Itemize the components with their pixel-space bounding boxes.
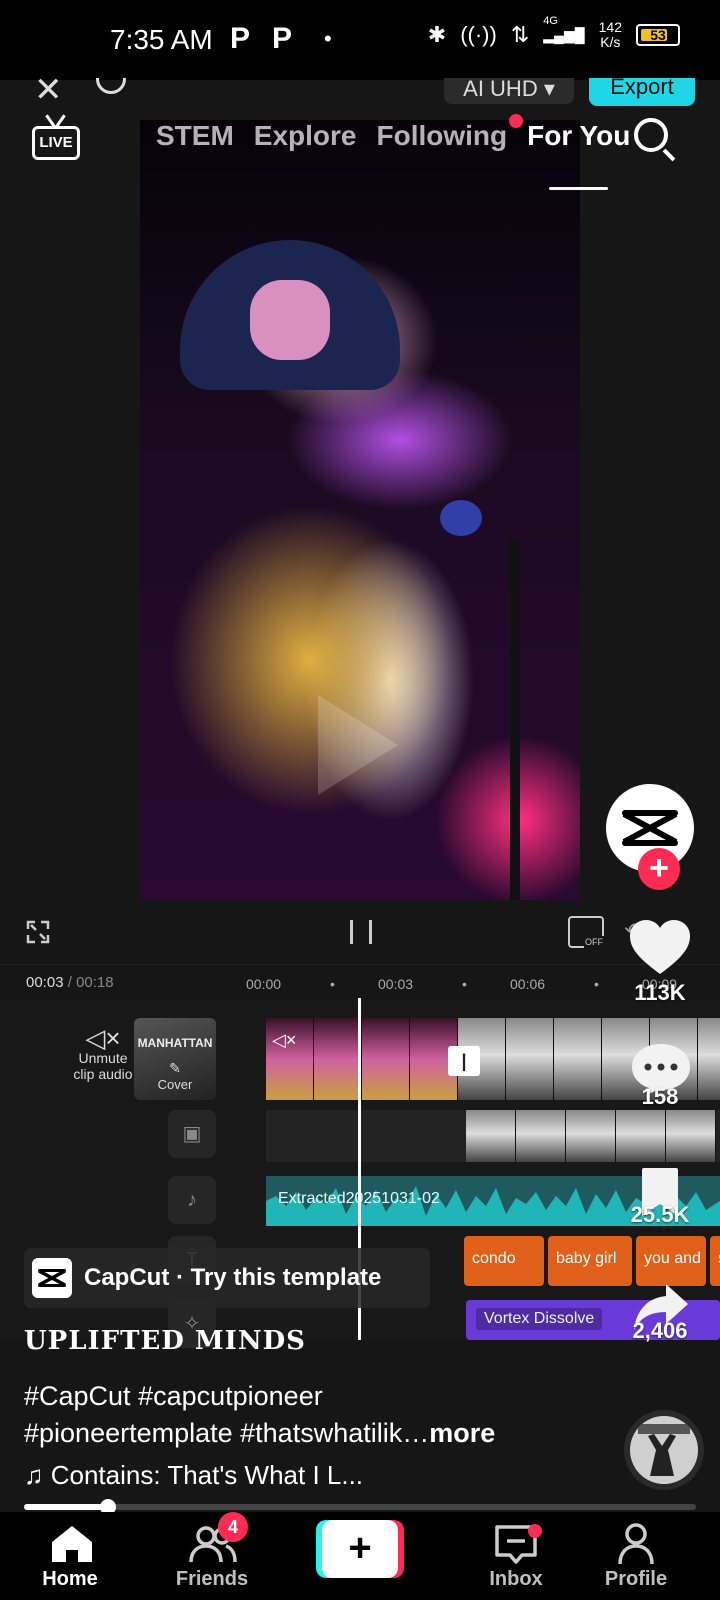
nav-friends[interactable]: 4 Friends <box>152 1512 272 1600</box>
hotspot-icon: ((·)) <box>460 22 497 47</box>
music-disc[interactable] <box>624 1410 704 1490</box>
like-count: 113K <box>634 980 686 1005</box>
text-clip[interactable]: condo <box>464 1236 544 1286</box>
text-clip[interactable]: so g <box>710 1236 720 1286</box>
plus-icon: + <box>322 1520 398 1578</box>
bluetooth-icon: ✱ <box>427 22 447 47</box>
share-count: 2,406 <box>632 1318 688 1343</box>
music-info[interactable]: ♫ Contains: That's What I L... <box>24 1460 363 1491</box>
status-right: ✱ ((·)) ⇅ 4G ▂▄▆█ 142 K/s 53 <box>427 14 680 50</box>
nav-profile[interactable]: Profile <box>576 1512 696 1600</box>
data-arrows-icon: ⇅ <box>510 22 530 47</box>
divider <box>0 964 720 965</box>
create-button[interactable]: + <box>316 1520 404 1578</box>
like-heart-icon[interactable] <box>628 918 692 978</box>
overlay-track[interactable] <box>266 1110 720 1162</box>
add-overlay-icon[interactable]: ▣ <box>168 1110 216 1158</box>
template-banner-text: CapCut · Try this template <box>84 1264 382 1291</box>
search-icon[interactable] <box>634 118 676 162</box>
ruler-dot: • <box>594 976 599 992</box>
pip-toggle-icon[interactable]: OFF <box>568 916 604 948</box>
friends-badge: 4 <box>218 1512 248 1542</box>
more-notifications-dot: • <box>324 26 332 51</box>
fullscreen-icon[interactable] <box>26 920 50 944</box>
save-count: 25.5K <box>630 1202 690 1227</box>
playback-time: 00:03 / 00:18 <box>26 974 114 991</box>
add-audio-icon[interactable]: ♪ <box>168 1176 216 1224</box>
ruler-mark: 00:03 <box>378 976 414 992</box>
tab-explore[interactable]: Explore <box>254 120 357 152</box>
following-notification-dot <box>509 114 524 128</box>
ruler-dot: • <box>462 976 467 992</box>
cover-edit-icon: ✎ <box>169 1060 181 1076</box>
pause-icon[interactable] <box>350 920 372 944</box>
close-icon[interactable]: ✕ <box>34 78 63 108</box>
nav-home[interactable]: Home <box>10 1512 130 1600</box>
username[interactable]: UPLIFTED MINDS <box>24 1326 306 1356</box>
comment-count: 158 <box>641 1084 679 1109</box>
battery-icon: 53 <box>636 24 680 46</box>
tab-for-you[interactable]: For You <box>527 120 630 190</box>
microphone <box>440 500 482 536</box>
signal-icon: 4G ▂▄▆█ <box>543 14 585 43</box>
feed-tabs: STEM Explore Following For You <box>156 114 630 190</box>
caption-more-link[interactable]: more <box>429 1418 495 1448</box>
tab-following[interactable]: Following <box>376 114 524 152</box>
text-track: condo baby girl you and so g <box>464 1236 720 1286</box>
export-button[interactable]: Export <box>589 78 695 106</box>
ruler-dot: • <box>330 976 335 992</box>
live-button[interactable]: LIVE <box>32 114 80 162</box>
capcut-logo-icon <box>622 810 678 846</box>
quality-selector[interactable]: AI UHD ▾ <box>444 78 574 104</box>
ruler-mark: 00:00 <box>246 976 282 992</box>
app-notification-icon: P <box>230 22 251 55</box>
app-notification-icon: P <box>272 22 293 55</box>
inbox-notification-dot <box>528 1524 542 1538</box>
clip-muted-icon: ◁× <box>272 1030 297 1050</box>
video-progress-bar[interactable] <box>24 1499 696 1515</box>
video-preview[interactable] <box>140 120 580 900</box>
cap-badge <box>250 280 330 360</box>
music-cover-image <box>630 1416 698 1484</box>
editor-search-icon[interactable] <box>96 78 126 94</box>
status-bar: 7:35 AM P P • ✱ ((·)) ⇅ 4G ▂▄▆█ 142 K/s 5… <box>0 0 720 80</box>
play-icon[interactable] <box>318 695 398 795</box>
home-icon <box>52 1526 92 1562</box>
network-type: 4G <box>543 14 558 27</box>
battery-level: 53 <box>650 27 666 43</box>
capcut-template-banner[interactable]: CapCut · Try this template <box>24 1248 430 1308</box>
tab-stem[interactable]: STEM <box>156 120 234 152</box>
transition-button[interactable]: | <box>448 1046 480 1076</box>
ruler-mark: 00:06 <box>510 976 546 992</box>
text-clip[interactable]: baby girl <box>548 1236 632 1286</box>
live-icon: LIVE <box>32 126 80 160</box>
follow-button[interactable]: + <box>638 848 680 890</box>
profile-icon <box>618 1523 654 1565</box>
network-speed: 142 K/s <box>598 19 622 50</box>
cover-button[interactable]: MANHATTAN ✎ Cover <box>134 1018 216 1100</box>
text-clip[interactable]: you and <box>636 1236 706 1286</box>
editor-top-bar: ✕ AI UHD ▾ Export <box>0 78 720 108</box>
caption[interactable]: #CapCut #capcutpioneer #pioneertemplate … <box>24 1378 584 1452</box>
status-time: 7:35 AM <box>110 24 213 55</box>
nav-inbox[interactable]: Inbox <box>456 1512 576 1600</box>
capcut-logo-icon <box>32 1258 72 1298</box>
mic-stand <box>510 540 520 900</box>
